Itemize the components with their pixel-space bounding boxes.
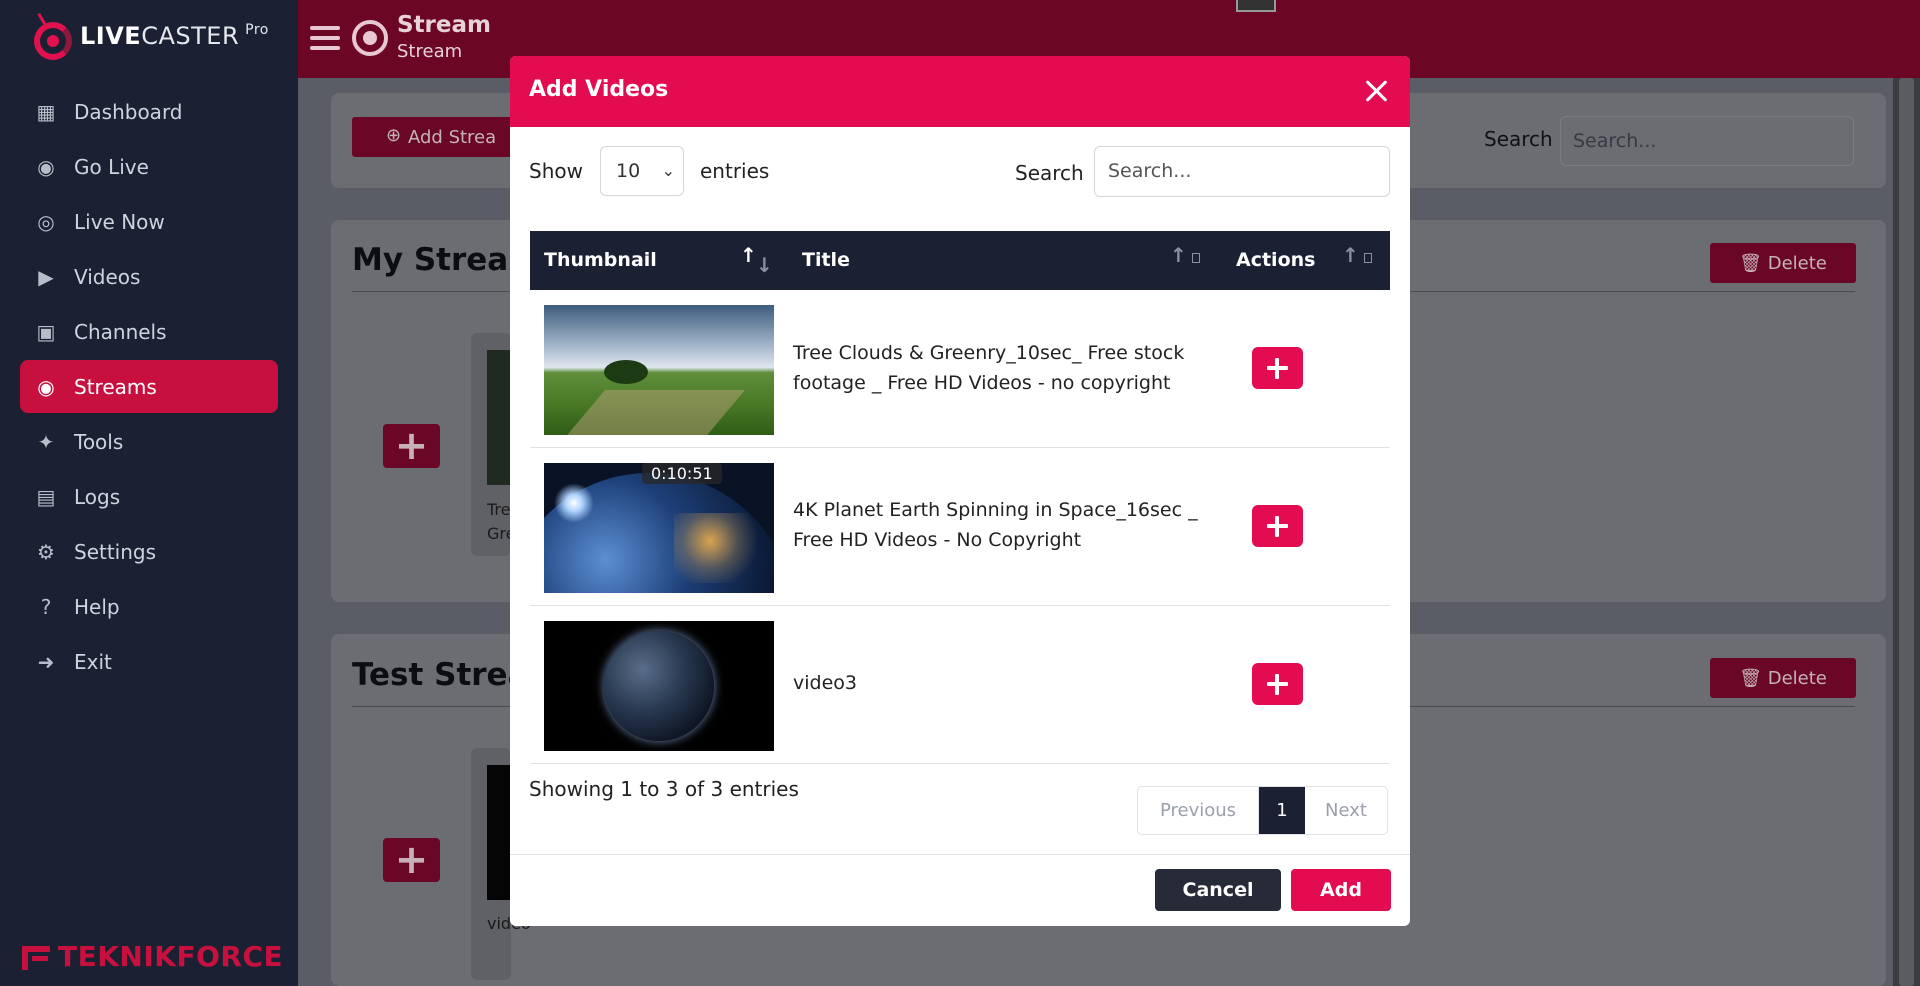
entries-per-page-select[interactable]: 10 ⌄ — [600, 146, 684, 196]
help-icon: ? — [40, 594, 52, 619]
gear-icon: ⚙ — [37, 539, 55, 564]
column-header-title[interactable]: Title — [802, 249, 850, 271]
sidebar-item-help[interactable]: ? Help — [20, 580, 278, 633]
sidebar-item-tools[interactable]: ✦ Tools — [20, 415, 278, 468]
hamburger-menu-icon[interactable] — [310, 26, 340, 50]
sidebar-item-dashboard[interactable]: ▦ Dashboard — [20, 85, 278, 138]
entries-label: entries — [700, 159, 770, 183]
entries-value: 10 — [616, 160, 641, 182]
column-header-thumbnail[interactable]: Thumbnail — [544, 249, 657, 271]
video-thumbnail — [487, 765, 511, 900]
table-row: 0:10:51 4K Planet Earth Spinning in Spac… — [530, 448, 1390, 606]
pagination-previous[interactable]: Previous — [1138, 787, 1259, 834]
sort-desc-icon[interactable]: ↓ — [756, 253, 773, 277]
page-title: Stream — [397, 12, 491, 38]
sidebar-item-label: Streams — [74, 374, 157, 399]
video-title: Tree Clouds & Greenry_10sec_ Free stock … — [793, 342, 1185, 394]
video-title: video3 — [793, 672, 857, 694]
video-thumbnail: 0:10:51 — [544, 463, 774, 593]
pagination: Previous 1 Next — [1137, 786, 1388, 835]
sidebar-nav: ▦ Dashboard ◉ Go Live ◎ Live Now ▶ Videos ▣ C… — [20, 85, 278, 690]
column-header-actions[interactable]: Actions — [1236, 249, 1315, 271]
video-icon: ▶ — [38, 264, 54, 289]
modal-footer-divider — [510, 854, 1410, 855]
add-video-button[interactable]: + — [383, 423, 440, 469]
modal-title: Add Videos — [529, 77, 669, 102]
modal-search-input[interactable]: Search... — [1094, 146, 1390, 197]
logs-icon: ▤ — [36, 484, 56, 509]
duration-badge: 0:10:51 — [642, 463, 722, 484]
go-live-icon: ◉ — [37, 154, 55, 179]
teknikforce-logo[interactable]: TEKNIKFORCE — [22, 940, 283, 973]
table-info: Showing 1 to 3 of 3 entries — [529, 777, 799, 801]
video-title: 4K Planet Earth Spinning in Space_16sec … — [793, 499, 1198, 551]
cancel-button[interactable]: Cancel — [1155, 869, 1281, 911]
video-thumbnail — [544, 621, 774, 751]
sidebar-item-label: Videos — [74, 264, 141, 289]
sort-asc-icon[interactable]: ↑ — [740, 243, 757, 267]
sidebar-item-label: Live Now — [74, 209, 165, 234]
sidebar-item-streams[interactable]: ◉ Streams — [20, 360, 278, 413]
page-scrollbar[interactable] — [1893, 78, 1920, 986]
brand-logo[interactable]: LIVECASTER Pro — [30, 6, 269, 66]
add-stream-button[interactable]: Add Strea — [352, 117, 522, 157]
sidebar: LIVECASTER Pro ▦ Dashboard ◉ Go Live ◎ Live … — [0, 0, 298, 986]
breadcrumb: Stream — [397, 41, 463, 62]
sidebar-item-settings[interactable]: ⚙ Settings — [20, 525, 278, 578]
sort-placeholder-icon — [1192, 253, 1200, 263]
broadcast-icon: ◎ — [37, 209, 55, 234]
teknikforce-name: TEKNIKFORCE — [58, 940, 284, 973]
sidebar-item-logs[interactable]: ▤ Logs — [20, 470, 278, 523]
add-video-button[interactable] — [1252, 347, 1303, 389]
search-input[interactable]: Search... — [1560, 116, 1854, 166]
video-thumbnail — [544, 305, 774, 435]
tools-icon: ✦ — [37, 429, 55, 454]
close-icon[interactable] — [1362, 76, 1392, 106]
section-title: Test Strea — [352, 657, 529, 693]
sidebar-item-label: Channels — [74, 319, 167, 344]
pagination-page-1[interactable]: 1 — [1259, 787, 1305, 834]
sort-placeholder-icon — [1364, 253, 1372, 263]
stream-icon — [352, 20, 388, 56]
livecaster-logo-icon — [30, 7, 76, 62]
stream-icon: ◉ — [37, 374, 55, 399]
sort-icon[interactable]: ↑ — [1342, 243, 1359, 267]
add-video-button[interactable] — [1252, 505, 1303, 547]
exit-icon: ➜ — [37, 649, 55, 674]
dashboard-icon: ▦ — [36, 99, 56, 124]
table-row: video3 — [530, 606, 1390, 764]
sidebar-item-label: Logs — [74, 484, 121, 509]
sidebar-item-label: Exit — [74, 649, 112, 674]
modal-header: Add Videos — [510, 56, 1410, 127]
sidebar-item-label: Go Live — [74, 154, 149, 179]
sidebar-item-exit[interactable]: ➜ Exit — [20, 635, 278, 688]
sidebar-item-videos[interactable]: ▶ Videos — [20, 250, 278, 303]
delete-button[interactable]: 🗑 Delete — [1710, 243, 1856, 283]
drag-handle[interactable] — [1236, 0, 1276, 12]
sidebar-item-go-live[interactable]: ◉ Go Live — [20, 140, 278, 193]
sidebar-item-label: Help — [74, 594, 120, 619]
sidebar-item-live-now[interactable]: ◎ Live Now — [20, 195, 278, 248]
teknikforce-logo-icon — [22, 942, 52, 972]
delete-button[interactable]: 🗑 Delete — [1710, 658, 1856, 698]
brand-name: LIVECASTER Pro — [80, 22, 269, 50]
pagination-next[interactable]: Next — [1305, 787, 1387, 834]
show-label: Show — [529, 159, 583, 183]
sidebar-item-channels[interactable]: ▣ Channels — [20, 305, 278, 358]
table-row: Tree Clouds & Greenry_10sec_ Free stock … — [530, 290, 1390, 448]
tv-icon: ▣ — [36, 319, 56, 344]
sort-icon[interactable]: ↑ — [1170, 243, 1187, 267]
table-header: Thumbnail ↑ ↓ Title ↑ Actions ↑ — [530, 231, 1390, 290]
add-videos-modal: Add Videos Show 10 ⌄ entries Search Sear… — [510, 56, 1410, 926]
sidebar-item-label: Tools — [74, 429, 124, 454]
search-label: Search — [1484, 127, 1553, 151]
modal-search-label: Search — [1015, 161, 1084, 185]
add-button[interactable]: Add — [1291, 869, 1391, 911]
video-thumbnail — [487, 350, 511, 485]
chevron-down-icon: ⌄ — [661, 161, 675, 180]
sidebar-item-label: Dashboard — [74, 99, 183, 124]
add-video-button[interactable]: + — [383, 837, 440, 883]
add-video-button[interactable] — [1252, 663, 1303, 705]
sidebar-item-label: Settings — [74, 539, 157, 564]
